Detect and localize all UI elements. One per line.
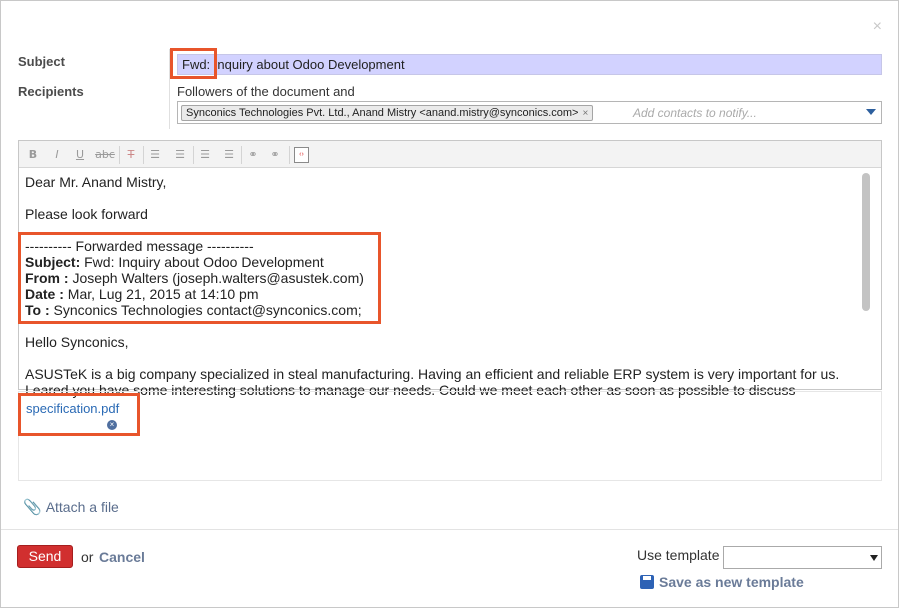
toolbar-divider	[143, 146, 144, 164]
forwarded-from-value: Joseph Walters (joseph.walters@asustek.c…	[68, 270, 364, 286]
attach-file-button[interactable]: 📎 Attach a file	[23, 498, 119, 516]
editor-scrollbar-thumb[interactable]	[862, 173, 870, 311]
message-body[interactable]: Dear Mr. Anand Mistry, Please look forwa…	[25, 174, 855, 398]
toolbar-divider	[119, 146, 120, 164]
forwarded-date-value: Mar, Lug 21, 2015 at 14:10 pm	[63, 286, 259, 302]
attachment-link[interactable]: specification.pdf	[26, 401, 119, 416]
message-editor[interactable]: B I U abc T ☰ ☰ ☰ ☰ ⚭ ⚭ ‹› Dear Mr. Anan…	[18, 140, 882, 398]
remove-recipient-icon[interactable]: ×	[582, 108, 588, 119]
use-template-label: Use template	[637, 547, 720, 563]
send-button[interactable]: Send	[17, 545, 73, 568]
attach-file-label: Attach a file	[45, 499, 119, 515]
floppy-disk-icon	[640, 575, 654, 589]
forwarded-from-label: From :	[25, 270, 69, 286]
chevron-down-icon[interactable]	[866, 109, 876, 115]
label-divider	[169, 49, 170, 129]
recipient-tag[interactable]: Synconics Technologies Pvt. Ltd., Anand …	[181, 105, 594, 121]
attachments-area: specification.pdf ×	[18, 391, 882, 481]
forwarded-from: From : Joseph Walters (joseph.walters@as…	[25, 270, 855, 286]
recipients-label: Recipients	[18, 84, 84, 99]
template-select[interactable]	[723, 546, 882, 569]
toolbar-divider	[193, 146, 194, 164]
forwarded-subject-value: Fwd: Inquiry about Odoo Development	[80, 254, 324, 270]
forwarded-header: ---------- Forwarded message ----------	[25, 238, 254, 254]
toolbar-divider	[241, 146, 242, 164]
body-line: Please look forward	[25, 206, 148, 222]
source-code-icon[interactable]: ‹›	[294, 147, 309, 163]
body-paragraph-line: ASUSTeK is a big company specialized in …	[25, 366, 840, 382]
bold-icon[interactable]: B	[25, 147, 41, 163]
clear-format-icon[interactable]: T	[123, 147, 139, 163]
recipients-placeholder: Add contacts to notify...	[633, 106, 757, 120]
strikethrough-icon[interactable]: abc	[94, 147, 116, 163]
save-as-template-label: Save as new template	[659, 574, 804, 590]
remove-attachment-icon[interactable]: ×	[107, 420, 117, 430]
recipients-input[interactable]: Synconics Technologies Pvt. Ltd., Anand …	[177, 101, 882, 124]
underline-icon[interactable]: U	[72, 147, 88, 163]
forwarded-date: Date : Mar, Lug 21, 2015 at 14:10 pm	[25, 286, 855, 302]
unlink-icon[interactable]: ⚭	[267, 147, 283, 163]
forwarded-subject-label: Subject:	[25, 254, 81, 270]
numbered-list-icon[interactable]: ☰	[172, 147, 188, 163]
toolbar-divider	[289, 146, 290, 164]
followers-text: Followers of the document and	[177, 84, 355, 99]
editor-toolbar: B I U abc T ☰ ☰ ☰ ☰ ⚭ ⚭ ‹›	[19, 141, 881, 168]
forwarded-date-label: Date :	[25, 286, 64, 302]
forwarded-to-value: Synconics Technologies contact@synconics…	[49, 302, 362, 318]
subject-label: Subject	[18, 54, 65, 69]
compose-email-dialog: × Subject Recipients Fwd: Inquiry about …	[0, 0, 899, 608]
indent-icon[interactable]: ☰	[221, 147, 237, 163]
close-icon[interactable]: ×	[873, 19, 882, 35]
forwarded-to: To : Synconics Technologies contact@sync…	[25, 302, 855, 318]
recipient-tag-label: Synconics Technologies Pvt. Ltd., Anand …	[186, 107, 579, 119]
subject-input[interactable]: Fwd: Inquiry about Odoo Development	[177, 54, 882, 75]
save-as-template-button[interactable]: Save as new template	[640, 574, 804, 590]
outdent-icon[interactable]: ☰	[197, 147, 213, 163]
footer-divider	[1, 529, 898, 530]
cancel-button[interactable]: Cancel	[99, 549, 145, 565]
bullet-list-icon[interactable]: ☰	[147, 147, 163, 163]
chevron-down-icon	[870, 555, 878, 561]
forwarded-to-label: To :	[25, 302, 50, 318]
or-text: or	[81, 549, 94, 565]
italic-icon[interactable]: I	[49, 147, 65, 163]
body-greeting: Dear Mr. Anand Mistry,	[25, 174, 167, 190]
link-icon[interactable]: ⚭	[245, 147, 261, 163]
paperclip-icon: 📎	[23, 499, 42, 516]
body-hello: Hello Synconics,	[25, 334, 129, 350]
forwarded-subject: Subject: Fwd: Inquiry about Odoo Develop…	[25, 254, 855, 270]
